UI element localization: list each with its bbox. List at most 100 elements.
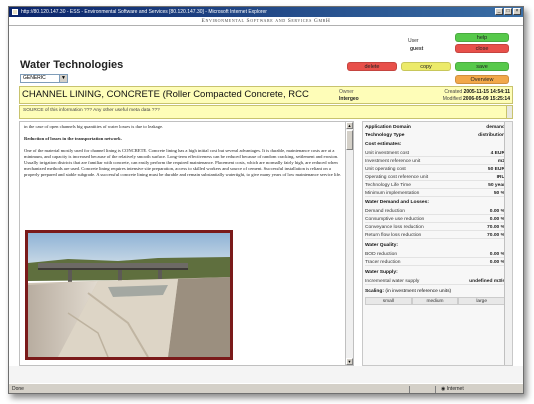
- technology-type-label: Technology Type: [365, 133, 405, 138]
- window-controls: _ □ ×: [495, 8, 521, 15]
- scaling-heading: Scaling: (in investment reference units): [365, 288, 505, 295]
- window-close-button[interactable]: ×: [513, 8, 521, 15]
- intro-text: in the case of open channels big quantit…: [24, 124, 164, 129]
- panel-row: Tracer reduction 0.00 %: [365, 259, 505, 266]
- overview-button[interactable]: Overview: [455, 75, 509, 84]
- browser-window: http://80.120.147.30 - ESS - Environment…: [8, 6, 524, 394]
- scroll-thumb[interactable]: [346, 130, 353, 150]
- row-value: 70.00 %: [487, 232, 505, 239]
- minimize-button[interactable]: _: [495, 8, 503, 15]
- status-bar: Done ◉ Internet: [9, 383, 523, 393]
- owner-value: Intergeo: [339, 96, 359, 102]
- zone-label: Internet: [446, 386, 464, 392]
- cost-estimates-label: Cost estimates:: [365, 142, 402, 147]
- row-label: Incremental water supply: [365, 279, 420, 284]
- row-value: 4 EUR: [491, 150, 505, 157]
- water-supply-heading: Water Supply:: [365, 269, 505, 276]
- value: 70.00: [487, 233, 500, 238]
- screenshot-canvas: http://80.120.147.30 - ESS - Environment…: [0, 0, 534, 404]
- panel-row: Return flow loss reduction 70.00 %: [365, 232, 505, 239]
- row-value: 50 year: [488, 182, 505, 189]
- row-label: Unit operating cost: [365, 167, 406, 172]
- row-label: Minimum implementation: [365, 191, 420, 196]
- scaling-large: large: [458, 297, 506, 305]
- chevron-down-icon[interactable]: ▼: [59, 75, 67, 82]
- application-domain-value: demand: [486, 125, 505, 130]
- panel-row: Technology Life Time 50 year: [365, 182, 505, 189]
- value: 70.00: [487, 225, 500, 230]
- row-value: 0.00 %: [490, 259, 505, 266]
- row-label: Technology Life Time: [365, 183, 411, 188]
- panel-row: Investment reference unit m2: [365, 158, 505, 165]
- row-value: 70.00 %: [487, 224, 505, 231]
- technology-title: CHANNEL LINING, CONCRETE (Roller Compact…: [22, 89, 309, 100]
- category-select[interactable]: GENERIC ▼: [20, 74, 68, 83]
- modified-label: Modified: [442, 96, 462, 102]
- row-value: 50 EUR: [488, 166, 505, 173]
- description-panel: in the case of open channels big quantit…: [19, 121, 354, 366]
- application-domain-row: Application Domain demand: [365, 124, 505, 131]
- scroll-up-arrow-icon[interactable]: ▲: [346, 122, 353, 129]
- row-value: 0.00 %: [490, 251, 505, 258]
- delete-button[interactable]: delete: [347, 62, 397, 71]
- panel-row: Operating cost reference unit IRU: [365, 174, 505, 181]
- panel-row: Unit operating cost 50 EUR: [365, 166, 505, 173]
- attributes-panel: Application Domain demand Technology Typ…: [362, 121, 513, 366]
- scaling-table: small medium large: [365, 297, 506, 305]
- panel-row: Consumptive use reduction 0.00 %: [365, 216, 505, 223]
- water-demand-heading: Water Demand and Losses:: [365, 199, 505, 206]
- created-info: Created 2005-11-15 14:54:11: [444, 89, 510, 95]
- row-label: Investment reference unit: [365, 159, 421, 164]
- page-title: Water Technologies: [20, 59, 124, 71]
- application-domain-label: Application Domain: [365, 125, 411, 130]
- status-divider: [409, 386, 410, 393]
- value: 0.00: [489, 217, 500, 222]
- channel-photo: [25, 230, 233, 360]
- source-textarea[interactable]: SOURCE of this information ??? Any other…: [19, 105, 513, 119]
- value: 0.00: [489, 209, 500, 214]
- description-scrollbar[interactable]: ▲ ▼: [345, 122, 353, 365]
- close-button[interactable]: close: [455, 44, 509, 53]
- panel-row: BOD reduction 0.00 %: [365, 251, 505, 258]
- source-scrollbar[interactable]: [506, 106, 512, 118]
- company-banner: Environmental Software and Services GmbH: [9, 17, 523, 26]
- created-label: Created: [444, 89, 463, 95]
- scaling-label: Scaling:: [365, 289, 385, 294]
- browser-icon: [12, 9, 18, 15]
- panel-row: Unit investment cost 4 EUR: [365, 150, 505, 157]
- water-supply-label: Water Supply:: [365, 270, 398, 275]
- internet-zone: ◉ Internet: [441, 384, 464, 393]
- created-value: 2005-11-15 14:54:11: [463, 89, 510, 95]
- water-quality-heading: Water Quality:: [365, 242, 505, 249]
- concrete-channel-image: [28, 233, 230, 357]
- copy-button[interactable]: copy: [401, 62, 451, 71]
- user-label: User: [408, 38, 419, 44]
- row-label: Consumptive use reduction: [365, 217, 425, 222]
- section-heading: Reduction of losses in the transportatio…: [24, 136, 122, 141]
- maximize-button[interactable]: □: [504, 8, 512, 15]
- scaling-small: small: [365, 297, 412, 305]
- attributes-scrollbar[interactable]: [504, 122, 512, 365]
- technology-type-row: Technology Type distribution: [365, 132, 505, 139]
- description-text: in the case of open channels big quantit…: [24, 124, 342, 182]
- scroll-down-arrow-icon[interactable]: ▼: [346, 358, 353, 365]
- value: 50: [493, 191, 500, 196]
- user-value: guest: [410, 46, 424, 52]
- row-value: 0.00 %: [490, 208, 505, 215]
- window-title: http://80.120.147.30 - ESS - Environment…: [21, 9, 267, 15]
- row-label: Operating cost reference unit: [365, 175, 429, 180]
- row-label: Tracer reduction: [365, 260, 401, 265]
- modified-value: 2006-05-09 15:25:14: [463, 96, 510, 102]
- panel-row: Demand reduction 0.00 %: [365, 208, 505, 215]
- value: 4: [490, 151, 494, 156]
- row-label: Conveyance loss reduction: [365, 225, 424, 230]
- panel-row: Conveyance loss reduction 70.00 %: [365, 224, 505, 231]
- save-button[interactable]: save: [455, 62, 509, 71]
- panel-row: Incremental water supply undefined m3/s: [365, 278, 505, 285]
- help-button[interactable]: help: [455, 33, 509, 42]
- row-value: 0.00 %: [490, 216, 505, 223]
- cost-estimates-heading: Cost estimates:: [365, 141, 505, 148]
- row-label: Return flow loss reduction: [365, 233, 422, 238]
- value: 0.00: [489, 260, 500, 265]
- source-text: SOURCE of this information ??? Any other…: [23, 108, 160, 113]
